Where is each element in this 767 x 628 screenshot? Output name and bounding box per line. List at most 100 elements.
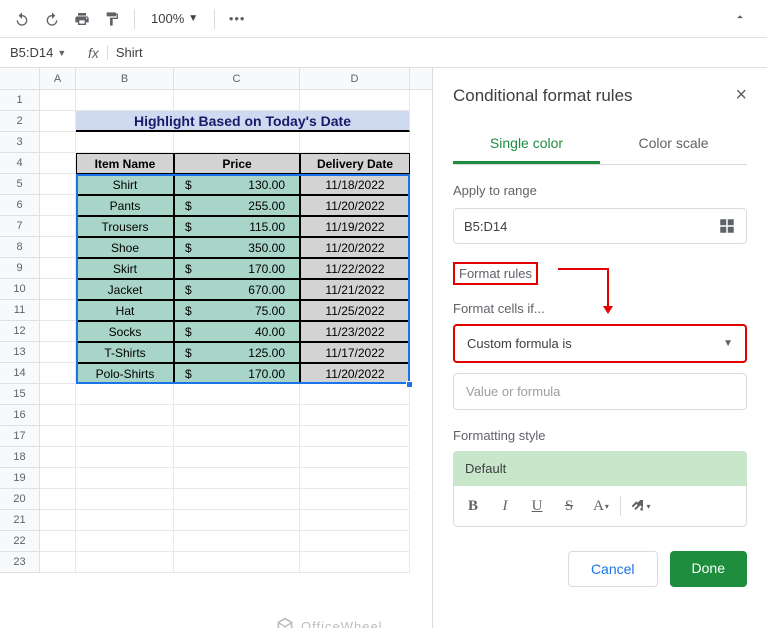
cell[interactable] [76,468,174,489]
header-item[interactable]: Item Name [76,153,174,174]
price-cell[interactable]: $170.00 [174,258,300,279]
cell[interactable] [174,552,300,573]
cell[interactable] [40,279,76,300]
cell[interactable] [174,531,300,552]
cell[interactable] [40,531,76,552]
row-header[interactable]: 1 [0,90,39,111]
spreadsheet-grid[interactable]: A B C D 12345678910111213141516171819202… [0,68,432,628]
bold-button[interactable]: B [458,492,488,520]
row-header[interactable]: 11 [0,300,39,321]
price-cell[interactable]: $115.00 [174,216,300,237]
row-header[interactable]: 4 [0,153,39,174]
cell[interactable] [76,447,174,468]
underline-button[interactable]: U [522,492,552,520]
row-header[interactable]: 18 [0,447,39,468]
row-header[interactable]: 16 [0,405,39,426]
formula-bar[interactable]: Shirt [107,45,757,60]
cell[interactable] [40,216,76,237]
row-header[interactable]: 15 [0,384,39,405]
cell[interactable] [40,111,76,132]
cell[interactable] [76,510,174,531]
range-input[interactable]: B5:D14 [453,208,747,244]
price-cell[interactable]: $130.00 [174,174,300,195]
cell[interactable] [300,468,410,489]
row-header[interactable]: 2 [0,111,39,132]
date-cell[interactable]: 11/18/2022 [300,174,410,195]
row-header[interactable]: 9 [0,258,39,279]
row-header[interactable]: 19 [0,468,39,489]
cell[interactable] [40,342,76,363]
redo-button[interactable] [40,7,64,31]
date-cell[interactable]: 11/25/2022 [300,300,410,321]
date-cell[interactable]: 11/20/2022 [300,237,410,258]
cell[interactable] [174,468,300,489]
price-cell[interactable]: $75.00 [174,300,300,321]
date-cell[interactable]: 11/23/2022 [300,321,410,342]
cell[interactable] [40,195,76,216]
cell[interactable] [40,552,76,573]
column-header[interactable]: B [76,68,174,89]
cell[interactable] [300,489,410,510]
cell[interactable] [40,90,76,111]
item-cell[interactable]: T-Shirts [76,342,174,363]
formula-input[interactable]: Value or formula [453,373,747,410]
item-cell[interactable]: Pants [76,195,174,216]
cell[interactable] [40,384,76,405]
select-all-corner[interactable] [0,68,40,89]
date-cell[interactable]: 11/20/2022 [300,363,410,384]
zoom-dropdown[interactable]: 100%▼ [145,11,204,26]
cell[interactable] [76,90,174,111]
cancel-button[interactable]: Cancel [568,551,658,587]
more-button[interactable]: ••• [225,7,249,31]
fill-color-button[interactable]: ▾ [625,492,655,520]
cell[interactable] [76,405,174,426]
cell[interactable] [300,510,410,531]
cell[interactable] [300,531,410,552]
collapse-toolbar-button[interactable] [733,10,747,27]
date-cell[interactable]: 11/22/2022 [300,258,410,279]
item-cell[interactable]: Hat [76,300,174,321]
cell[interactable] [300,552,410,573]
cell[interactable] [76,132,174,153]
item-cell[interactable]: Socks [76,321,174,342]
item-cell[interactable]: Polo-Shirts [76,363,174,384]
row-header[interactable]: 20 [0,489,39,510]
date-cell[interactable]: 11/19/2022 [300,216,410,237]
cell[interactable] [40,132,76,153]
cell[interactable] [174,405,300,426]
cell[interactable] [300,447,410,468]
cell[interactable] [300,132,410,153]
undo-button[interactable] [10,7,34,31]
row-header[interactable]: 10 [0,279,39,300]
row-header[interactable]: 14 [0,363,39,384]
row-header[interactable]: 6 [0,195,39,216]
cell[interactable] [40,237,76,258]
row-header[interactable]: 7 [0,216,39,237]
close-icon[interactable]: × [735,84,747,107]
cell[interactable] [40,153,76,174]
paint-format-button[interactable] [100,7,124,31]
cell[interactable] [174,426,300,447]
style-preview[interactable]: Default [453,451,747,486]
cell[interactable] [40,426,76,447]
tab-single-color[interactable]: Single color [453,125,600,164]
cell[interactable] [76,489,174,510]
cell[interactable] [40,468,76,489]
cell[interactable] [40,510,76,531]
title-banner[interactable]: Highlight Based on Today's Date [76,111,410,132]
item-cell[interactable]: Jacket [76,279,174,300]
cell[interactable] [76,531,174,552]
column-header[interactable]: A [40,68,76,89]
print-button[interactable] [70,7,94,31]
cell[interactable] [40,405,76,426]
price-cell[interactable]: $40.00 [174,321,300,342]
row-header[interactable]: 22 [0,531,39,552]
date-cell[interactable]: 11/20/2022 [300,195,410,216]
header-date[interactable]: Delivery Date [300,153,410,174]
cell[interactable] [76,384,174,405]
row-header[interactable]: 21 [0,510,39,531]
column-header[interactable]: D [300,68,410,89]
row-header[interactable]: 5 [0,174,39,195]
row-header[interactable]: 8 [0,237,39,258]
cell[interactable] [300,384,410,405]
